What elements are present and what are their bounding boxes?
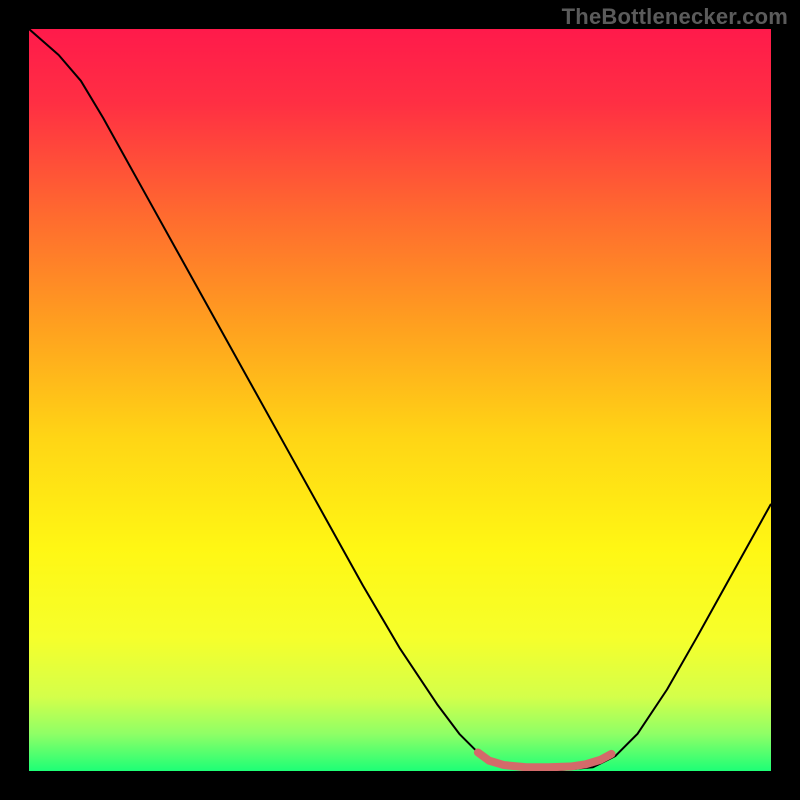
watermark-text: TheBottlenecker.com xyxy=(562,4,788,30)
chart-container: TheBottlenecker.com xyxy=(0,0,800,800)
chart-svg xyxy=(29,29,771,771)
gradient-background xyxy=(29,29,771,771)
plot-area xyxy=(29,29,771,771)
